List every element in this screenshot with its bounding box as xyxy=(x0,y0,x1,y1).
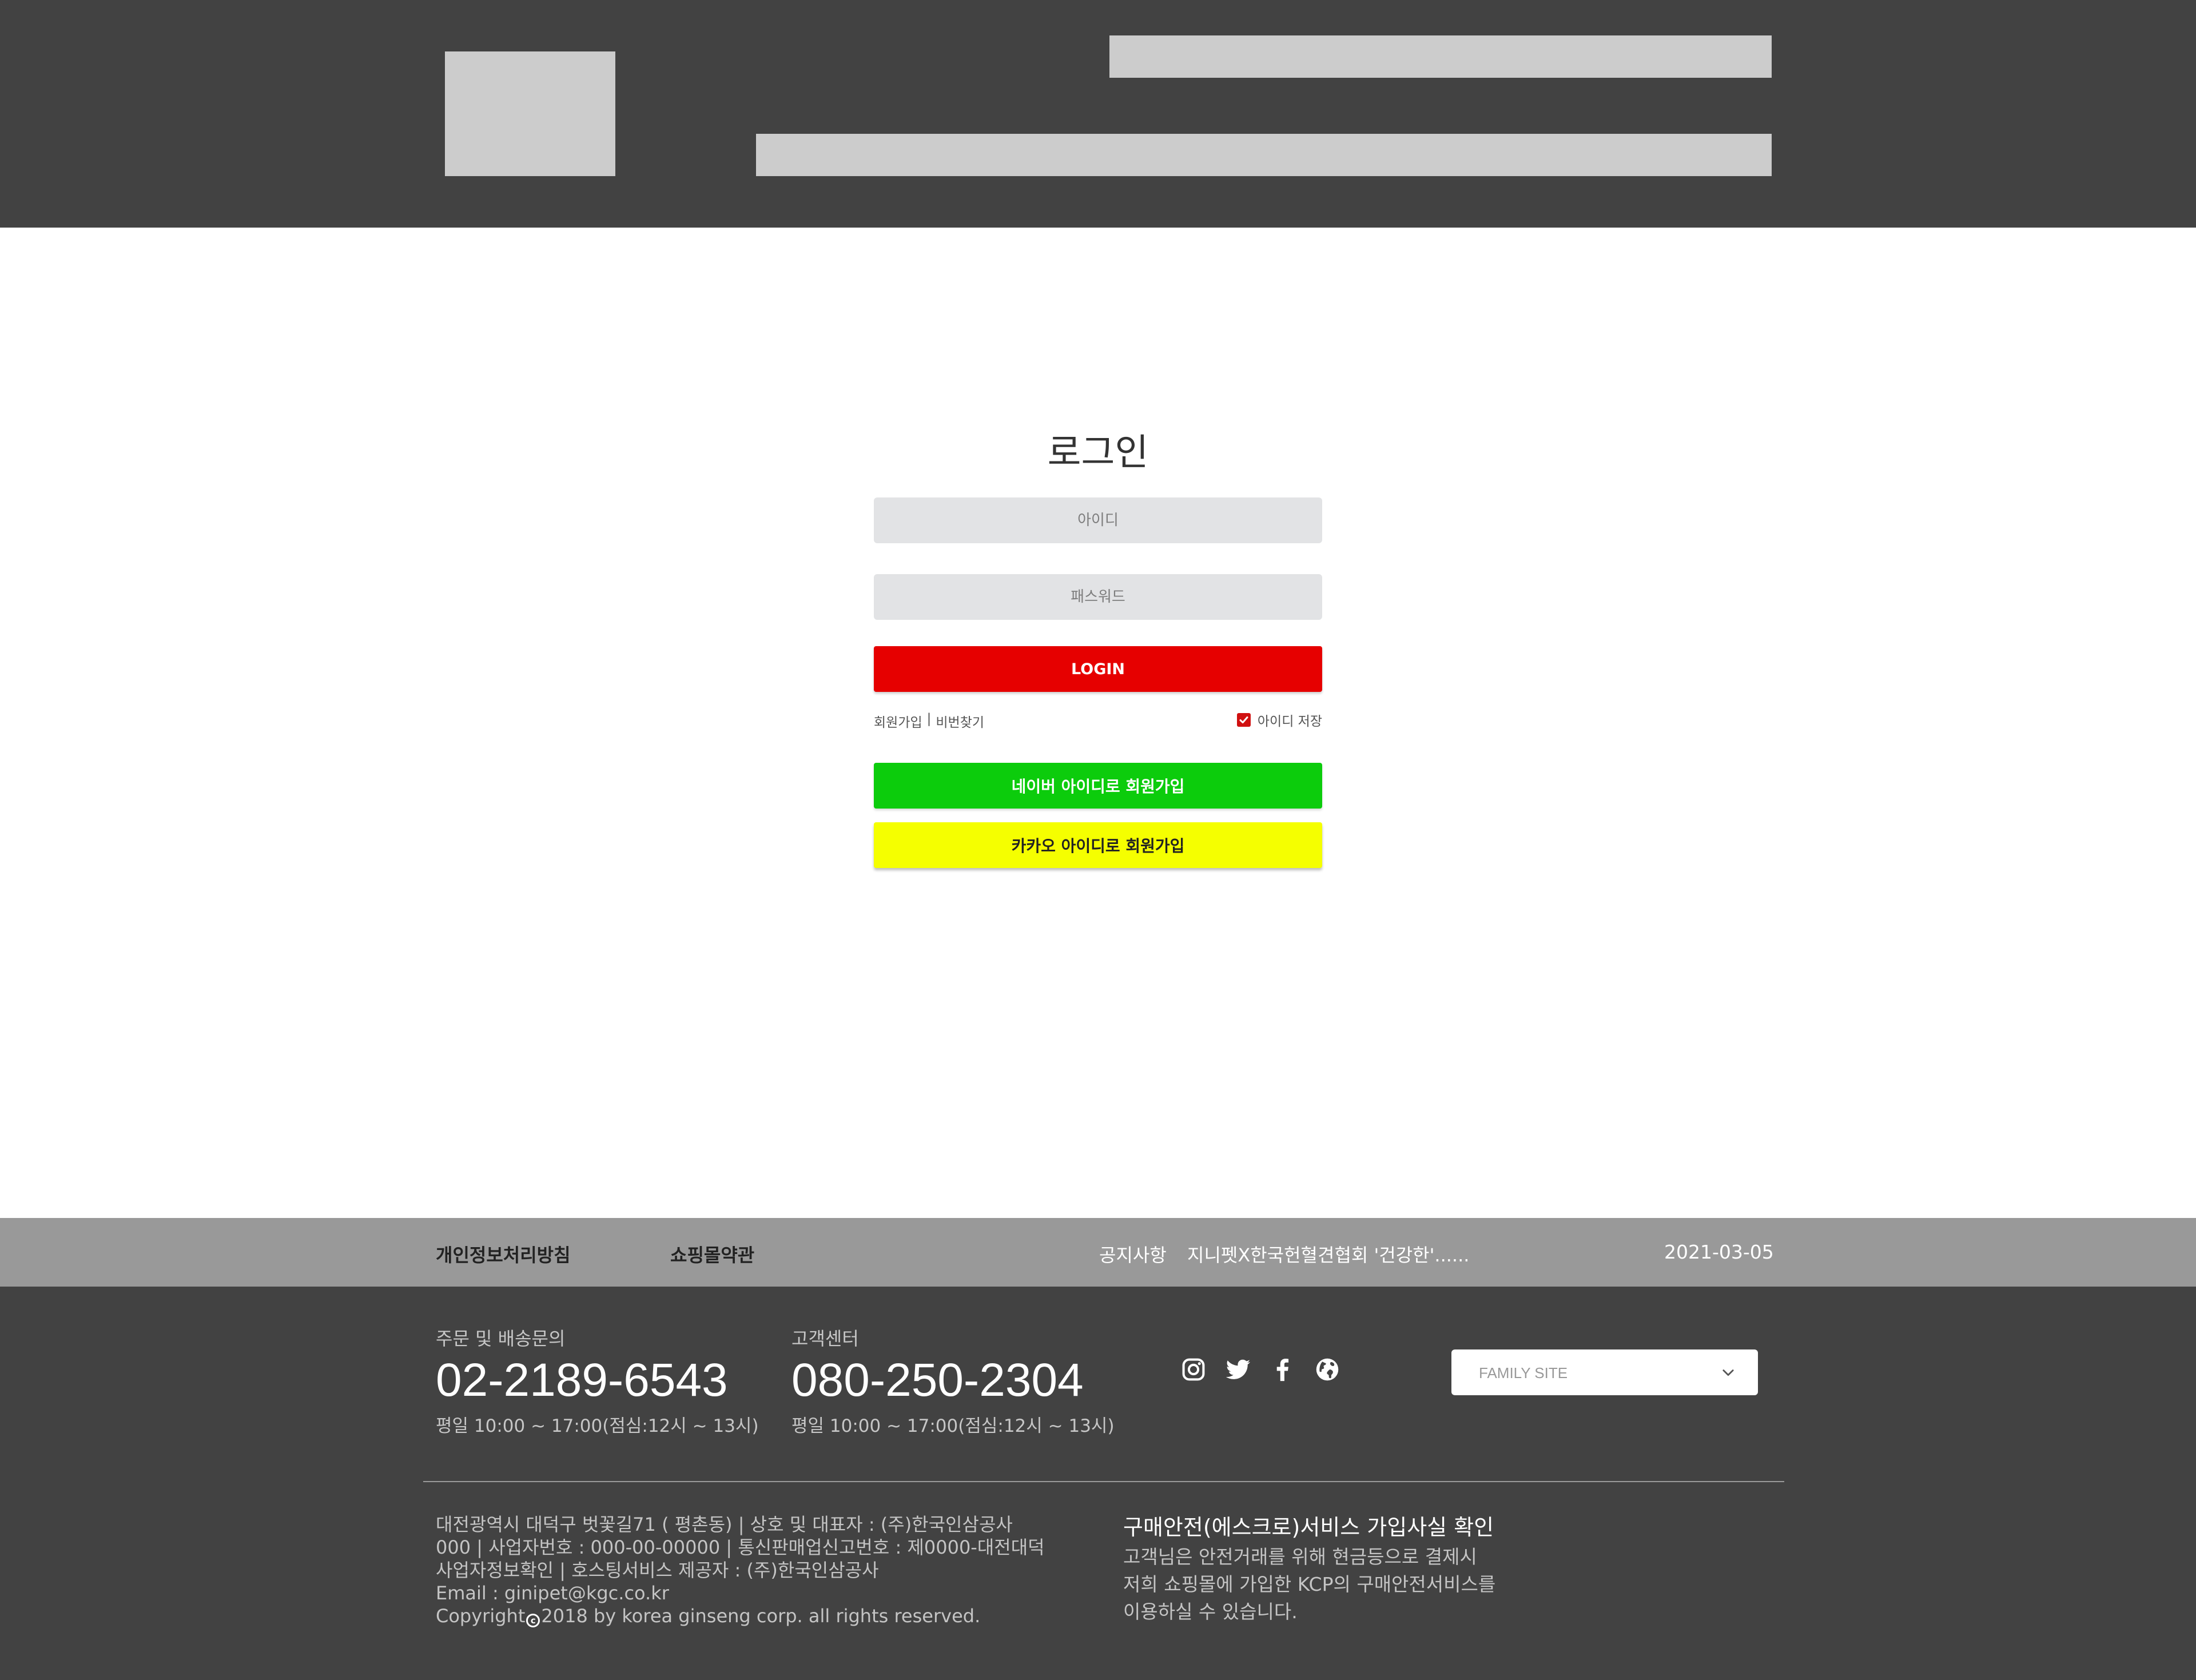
order-hours: 평일 10:00 ~ 17:00(점심:12시 ~ 13시) xyxy=(436,1416,759,1436)
company-hosting-line: 사업자정보확인 | 호스팅서비스 제공자 : (주)한국인삼공사 xyxy=(436,1559,879,1581)
login-links: 회원가입 | 비번찾기 아이디 저장 xyxy=(874,709,1322,730)
top-menu-placeholder[interactable] xyxy=(1109,35,1772,78)
company-registration-line: 000 | 사업자번호 : 000-00-00000 | 통신판매업신고번호 :… xyxy=(436,1536,1045,1558)
signup-link[interactable]: 회원가입 xyxy=(874,711,922,731)
footer-link-bar: 개인정보처리방침 쇼핑몰약관 공지사항 지니펫X한국헌혈견협회 '건강한'...… xyxy=(0,1218,2196,1287)
order-contact-label: 주문 및 배송문의 xyxy=(436,1328,566,1349)
copyright-icon: c xyxy=(526,1614,540,1627)
escrow-info: 구매안전(에스크로)서비스 가입사실 확인 고객님은 안전거래를 위해 현금등으… xyxy=(1123,1510,1558,1626)
save-id-checkbox[interactable] xyxy=(1236,713,1251,727)
globe-icon[interactable] xyxy=(1313,1355,1342,1384)
copyright-line: Copyright c 2018 by korea ginseng corp. al… xyxy=(436,1605,1042,1627)
page-title: 로그인 xyxy=(1047,432,1149,474)
copyright-prefix: Copyright xyxy=(436,1605,526,1627)
password-input[interactable] xyxy=(874,574,1322,620)
twitter-icon[interactable] xyxy=(1224,1355,1252,1384)
login-button[interactable]: LOGIN xyxy=(874,646,1322,692)
privacy-policy-link[interactable]: 개인정보처리방침 xyxy=(436,1241,571,1267)
escrow-line: 고객님은 안전거래를 위해 현금등으로 결제시 xyxy=(1123,1546,1477,1568)
escrow-line: 저희 쇼핑몰에 가입한 KCP의 구매안전서비스를 xyxy=(1123,1573,1496,1595)
copyright-text: 2018 by korea ginseng corp. all rights r… xyxy=(541,1605,981,1627)
id-input[interactable] xyxy=(874,497,1322,543)
save-id-toggle[interactable]: 아이디 저장 xyxy=(1236,710,1322,730)
naver-signup-button[interactable]: 네이버 아이디로 회원가입 xyxy=(874,763,1322,809)
find-password-link[interactable]: 비번찾기 xyxy=(936,711,984,731)
cs-contact-label: 고객센터 xyxy=(791,1328,859,1349)
cs-hours: 평일 10:00 ~ 17:00(점심:12시 ~ 13시) xyxy=(791,1416,1115,1436)
company-email-line: Email : ginipet@kgc.co.kr xyxy=(436,1582,669,1604)
site-header xyxy=(0,0,2196,228)
notice-label[interactable]: 공지사항 xyxy=(1099,1241,1167,1267)
escrow-description: 고객님은 안전거래를 위해 현금등으로 결제시 저희 쇼핑몰에 가입한 KCP의… xyxy=(1123,1543,1558,1626)
order-phone: 02-2189-6543 xyxy=(436,1354,728,1406)
instagram-icon[interactable] xyxy=(1179,1355,1208,1384)
notice-date: 2021-03-05 xyxy=(1664,1241,1774,1263)
kakao-signup-button[interactable]: 카카오 아이디로 회원가입 xyxy=(874,822,1322,868)
checkmark-icon xyxy=(1239,716,1248,723)
main-nav-placeholder[interactable] xyxy=(756,134,1772,176)
family-site-select[interactable]: FAMILY SITE xyxy=(1451,1349,1758,1395)
link-separator: | xyxy=(926,711,932,726)
facebook-icon[interactable] xyxy=(1268,1355,1297,1384)
cs-phone: 080-250-2304 xyxy=(791,1354,1084,1406)
account-links: 회원가입 | 비번찾기 xyxy=(874,711,984,731)
notice-title-link[interactable]: 지니펫X한국헌혈견협회 '건강한'...... xyxy=(1187,1241,1469,1267)
customer-center-contact: 고객센터 080-250-2304 평일 10:00 ~ 17:00(점심:12… xyxy=(791,1324,1115,1437)
logo-placeholder[interactable] xyxy=(445,51,615,176)
order-contact: 주문 및 배송문의 02-2189-6543 평일 10:00 ~ 17:00(… xyxy=(436,1324,759,1437)
company-address-line: 대전광역시 대덕구 벗꽃길71 ( 평촌동) | 상호 및 대표자 : (주)한… xyxy=(436,1514,1013,1535)
company-info: 대전광역시 대덕구 벗꽃길71 ( 평촌동) | 상호 및 대표자 : (주)한… xyxy=(436,1513,1045,1627)
footer-divider xyxy=(423,1481,1784,1482)
site-footer: 주문 및 배송문의 02-2189-6543 평일 10:00 ~ 17:00(… xyxy=(0,1287,2196,1680)
escrow-title-link[interactable]: 구매안전(에스크로)서비스 가입사실 확인 xyxy=(1123,1510,1558,1541)
family-site-label: FAMILY SITE xyxy=(1479,1364,1568,1382)
social-links xyxy=(1179,1355,1342,1384)
save-id-label: 아이디 저장 xyxy=(1257,714,1322,729)
escrow-line: 이용하실 수 있습니다. xyxy=(1123,1601,1298,1623)
terms-link[interactable]: 쇼핑몰약관 xyxy=(670,1241,754,1267)
chevron-down-icon xyxy=(1722,1370,1734,1376)
